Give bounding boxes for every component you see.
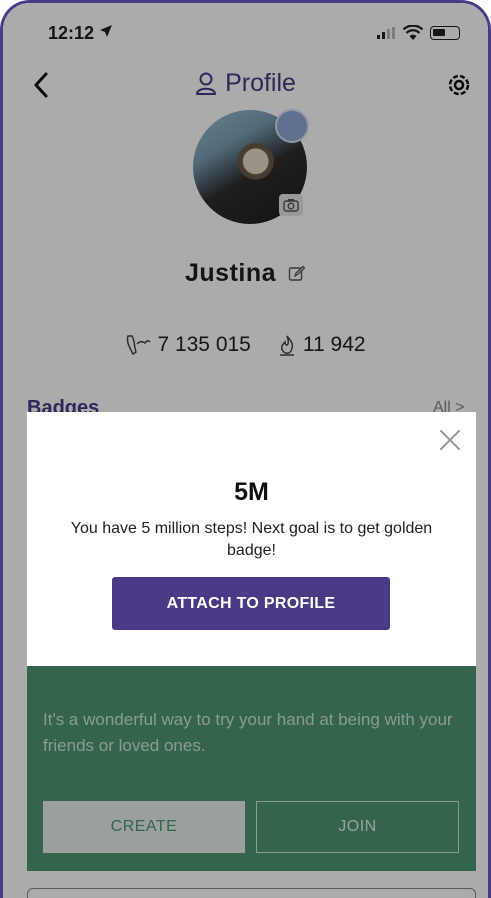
close-button[interactable]: [436, 426, 464, 454]
attach-to-profile-button[interactable]: ATTACH TO PROFILE: [112, 577, 390, 630]
modal-title: 5M: [234, 478, 269, 506]
modal-message: You have 5 million steps! Next goal is t…: [70, 520, 433, 559]
close-icon: [440, 430, 460, 450]
phone-frame: 12:12 Profile Justina 7 135 015 11 942 B…: [0, 0, 491, 898]
badge-modal: 5M You have 5 million steps! Next goal i…: [27, 412, 476, 666]
